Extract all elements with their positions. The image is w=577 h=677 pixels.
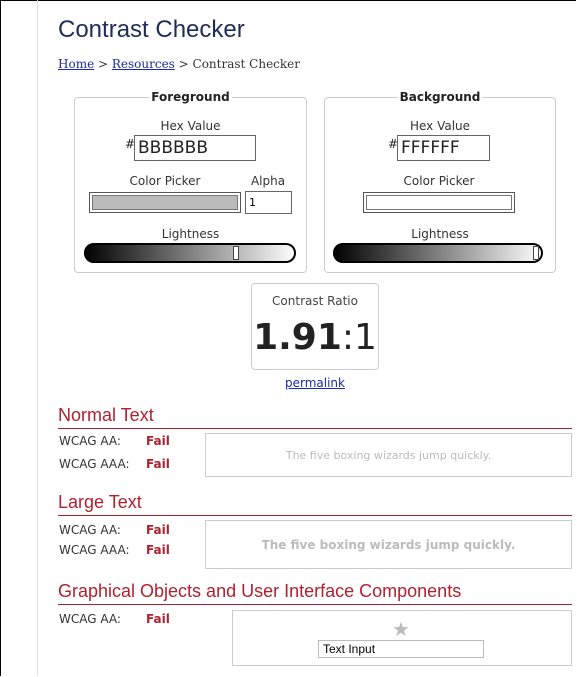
normal-aaa-label: WCAG AAA: [59,457,130,471]
foreground-lightness-label: Lightness [161,227,220,241]
sample-text-input[interactable] [318,640,484,658]
background-lightness-thumb[interactable] [533,246,539,260]
contrast-ratio-number: 1.91 [253,317,342,358]
normal-text-heading: Normal Text [58,405,154,425]
permalink-link[interactable]: permalink [285,376,345,390]
large-aaa-label: WCAG AAA: [59,543,130,557]
foreground-hex-label: Hex Value [160,119,221,133]
foreground-alpha-label: Alpha [250,174,286,188]
page-title: Contrast Checker [58,16,245,43]
large-aaa-result: Fail [146,543,170,557]
breadcrumb-current: Contrast Checker [192,57,300,71]
breadcrumb-separator: > [174,57,193,71]
large-text-heading: Large Text [58,492,142,512]
breadcrumb-home-link[interactable]: Home [58,57,94,71]
foreground-alpha-input[interactable] [245,191,292,214]
normal-aa-label: WCAG AA: [59,434,121,448]
graphical-aa-label: WCAG AA: [59,612,121,626]
contrast-ratio-value: 1.91:1 [252,317,378,358]
section-divider [58,515,572,516]
background-hex-input[interactable] [397,135,490,161]
normal-text-sample: The five boxing wizards jump quickly. [205,433,572,477]
section-divider [58,428,572,429]
background-hex-label: Hex Value [409,119,471,133]
contrast-ratio-label: Contrast Ratio [272,294,358,308]
graphical-objects-heading: Graphical Objects and User Interface Com… [58,581,462,601]
large-aa-result: Fail [146,523,170,537]
foreground-color-picker[interactable] [89,192,241,213]
background-color-picker[interactable] [363,192,515,213]
large-aa-label: WCAG AA: [59,523,121,537]
breadcrumb: Home > Resources > Contrast Checker [58,57,300,71]
foreground-color-picker-label: Color Picker [129,174,201,188]
normal-aa-result: Fail [146,434,170,448]
background-color-picker-label: Color Picker [403,174,475,188]
foreground-hex-input[interactable] [134,135,256,161]
graphical-aa-result: Fail [146,612,170,626]
background-lightness-label: Lightness [411,227,469,241]
foreground-lightness-slider[interactable] [84,243,296,263]
normal-aaa-result: Fail [146,457,170,471]
contrast-ratio-box: Contrast Ratio 1.91:1 [251,283,379,370]
foreground-legend: Foreground [151,90,230,104]
contrast-ratio-suffix: :1 [341,317,377,358]
star-icon: ★ [392,617,410,641]
foreground-lightness-thumb[interactable] [233,246,239,260]
background-lightness-slider[interactable] [333,243,543,263]
section-divider [58,604,572,605]
breadcrumb-separator: > [94,57,112,71]
background-legend: Background [399,90,481,104]
breadcrumb-resources-link[interactable]: Resources [112,57,175,71]
large-text-sample: The five boxing wizards jump quickly. [205,520,572,569]
